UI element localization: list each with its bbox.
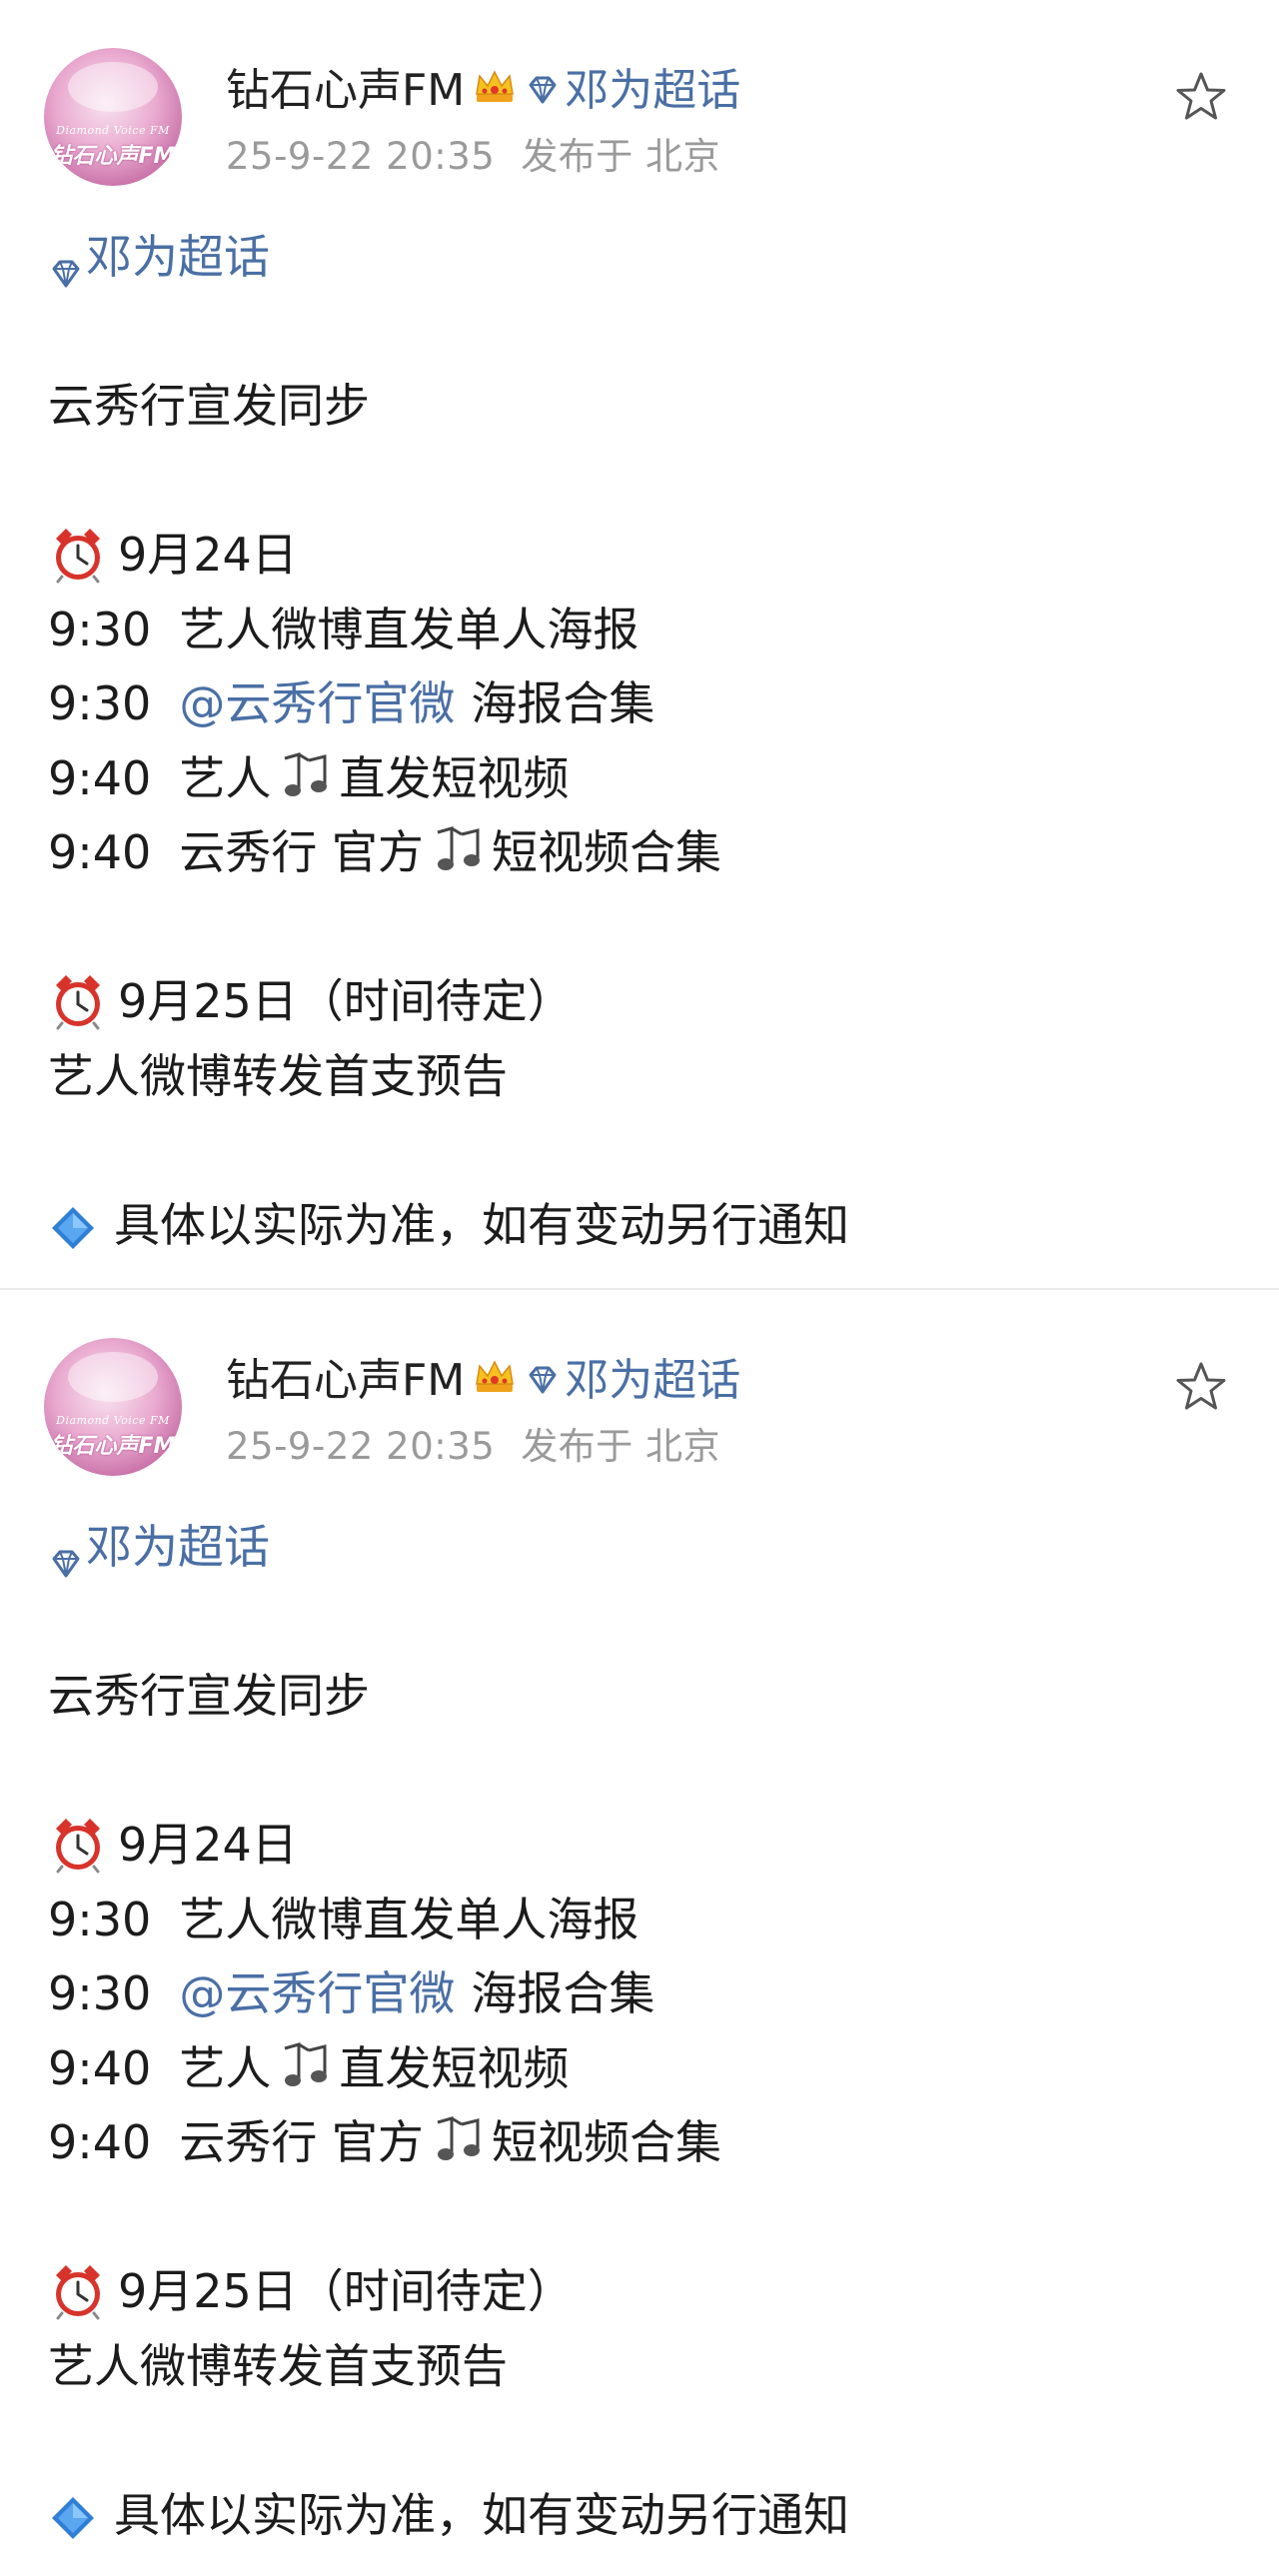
- schedule-time: 9:40: [48, 2115, 152, 2169]
- avatar-caption: Diamond Voice FM: [56, 124, 170, 137]
- post-timestamp: 25-9-22 20:35: [226, 1425, 496, 1468]
- notice-text: 具体以实际为准，如有变动另行通知: [114, 1197, 849, 1252]
- schedule-time: 9:40: [48, 2040, 152, 2095]
- music-notes-icon: [428, 824, 488, 880]
- gem-icon: [48, 239, 84, 288]
- gem-icon: [525, 68, 561, 104]
- schedule-line: 9:40 艺人 直发短视频: [48, 2031, 1231, 2106]
- intro-text: 云秀行宣发同步: [48, 379, 370, 433]
- avatar-glow: [68, 1352, 158, 1402]
- schedule-time: 9:30: [48, 1966, 152, 2020]
- music-notes-icon: [428, 2114, 488, 2170]
- schedule-line: 9:40 云秀行 官方 短视频合集: [48, 2105, 1231, 2180]
- schedule-text: 艺人: [179, 2040, 272, 2095]
- music-notes-icon: [275, 750, 335, 806]
- crown-icon: [473, 1354, 517, 1398]
- day1-date: 9月24日: [118, 528, 298, 582]
- schedule-time: 9:40: [48, 825, 152, 879]
- day1-header: 9月24日: [48, 1808, 1231, 1883]
- topic-tag-link[interactable]: 邓为超话: [48, 1510, 1231, 1585]
- post-location: 发布于 北京: [521, 1425, 721, 1468]
- schedule-line: 9:40 云秀行 官方 短视频合集: [48, 815, 1231, 890]
- avatar-logo-text: 钻石心声FM: [50, 1434, 176, 1459]
- schedule-line: 9:40 艺人 直发短视频: [48, 741, 1231, 816]
- day2-header: 9月25日（时间待定）: [48, 2254, 1231, 2329]
- post-location: 发布于 北京: [521, 135, 721, 178]
- schedule-line: 9:30 艺人微博直发单人海报: [48, 1883, 1231, 1957]
- day1-header: 9月24日: [48, 518, 1231, 593]
- alarm-clock-icon: [48, 525, 108, 585]
- alarm-clock-icon: [48, 971, 108, 1031]
- star-icon[interactable]: [1171, 68, 1231, 128]
- post-body: 邓为超话 云秀行宣发同步 9月24日 9:30 艺人微博直发单人海报 9:30 …: [48, 220, 1231, 1262]
- avatar-logo-text: 钻石心声FM: [50, 144, 176, 169]
- notice-text: 具体以实际为准，如有变动另行通知: [114, 2487, 849, 2542]
- mention-link[interactable]: @云秀行官微: [179, 666, 455, 741]
- blue-diamond-icon: [48, 2490, 98, 2540]
- schedule-text: 艺人微博直发单人海报: [179, 602, 640, 656]
- author-avatar[interactable]: Diamond Voice FM 钻石心声FM: [44, 1338, 182, 1476]
- schedule-text: 直发短视频: [339, 750, 570, 805]
- intro-text: 云秀行宣发同步: [48, 1669, 370, 1723]
- schedule-line: 9:30 艺人微博直发单人海报: [48, 593, 1231, 667]
- day2-date: 9月25日（时间待定）: [118, 974, 574, 1028]
- avatar-glow: [68, 62, 158, 112]
- topic-tag-link[interactable]: 邓为超话: [48, 220, 1231, 295]
- header-topic-link[interactable]: 邓为超话: [525, 54, 740, 118]
- post-card: Diamond Voice FM 钻石心声FM 钻石心声FM 邓为超话 25-9…: [0, 0, 1279, 1288]
- schedule-time: 9:30: [48, 1892, 152, 1946]
- notice-line: 具体以实际为准，如有变动另行通知: [48, 1188, 1231, 1263]
- header-topic-link[interactable]: 邓为超话: [525, 1344, 740, 1408]
- header-topic-label: 邓为超话: [565, 65, 741, 116]
- alarm-clock-icon: [48, 1815, 108, 1875]
- post-meta: 25-9-22 20:35 发布于 北京: [226, 126, 720, 180]
- notice-line: 具体以实际为准，如有变动另行通知: [48, 2478, 1231, 2553]
- mention-link[interactable]: @云秀行官微: [179, 1956, 455, 2031]
- day2-text: 艺人微博转发首支预告: [48, 2338, 508, 2393]
- post-meta: 25-9-22 20:35 发布于 北京: [226, 1416, 720, 1470]
- day2-date: 9月25日（时间待定）: [118, 2264, 574, 2318]
- author-name[interactable]: 钻石心声FM: [226, 1344, 465, 1408]
- gem-icon: [48, 1529, 84, 1578]
- schedule-text: 艺人微博直发单人海报: [179, 1892, 640, 1946]
- schedule-text: 云秀行 官方: [179, 2115, 424, 2169]
- day2-text: 艺人微博转发首支预告: [48, 1048, 508, 1103]
- post-card: Diamond Voice FM 钻石心声FM 钻石心声FM 邓为超话 25-9…: [0, 1288, 1279, 2576]
- star-icon[interactable]: [1171, 1358, 1231, 1418]
- schedule-text: 短视频合集: [491, 2115, 721, 2169]
- schedule-text: 海报合集: [471, 1966, 655, 2020]
- schedule-line: 9:30 @云秀行官微 海报合集: [48, 666, 1231, 741]
- day1-date: 9月24日: [118, 1818, 298, 1872]
- schedule-time: 9:40: [48, 750, 152, 805]
- schedule-text: 直发短视频: [339, 2040, 570, 2095]
- music-notes-icon: [275, 2040, 335, 2096]
- day2-header: 9月25日（时间待定）: [48, 964, 1231, 1039]
- header-topic-label: 邓为超话: [565, 1355, 741, 1406]
- schedule-text: 云秀行 官方: [179, 825, 424, 879]
- avatar-caption: Diamond Voice FM: [56, 1414, 170, 1427]
- post-header: 钻石心声FM 邓为超话: [226, 52, 740, 120]
- schedule-time: 9:30: [48, 676, 152, 730]
- schedule-text: 短视频合集: [491, 825, 721, 879]
- crown-icon: [473, 64, 517, 108]
- topic-tag-label: 邓为超话: [86, 230, 270, 284]
- author-name[interactable]: 钻石心声FM: [226, 54, 465, 118]
- post-timestamp: 25-9-22 20:35: [226, 135, 496, 178]
- schedule-line: 9:30 @云秀行官微 海报合集: [48, 1956, 1231, 2031]
- schedule-text: 海报合集: [471, 676, 655, 730]
- topic-tag-label: 邓为超话: [86, 1520, 270, 1574]
- post-header: 钻石心声FM 邓为超话: [226, 1342, 740, 1410]
- schedule-time: 9:30: [48, 602, 152, 656]
- schedule-text: 艺人: [179, 750, 272, 805]
- gem-icon: [525, 1358, 561, 1394]
- author-avatar[interactable]: Diamond Voice FM 钻石心声FM: [44, 48, 182, 186]
- alarm-clock-icon: [48, 2261, 108, 2321]
- post-body: 邓为超话 云秀行宣发同步 9月24日 9:30 艺人微博直发单人海报 9:30 …: [48, 1510, 1231, 2552]
- blue-diamond-icon: [48, 1200, 98, 1250]
